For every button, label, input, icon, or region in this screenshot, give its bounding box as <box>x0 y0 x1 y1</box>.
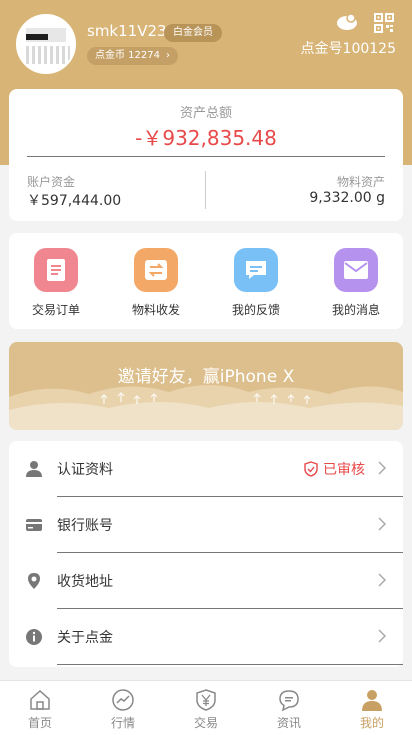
settings-menu: 认证资料 已审核 银行账号 收货地址 关于点金 <box>9 441 403 667</box>
tab-label: 交易 <box>193 716 218 730</box>
quick-action-label: 物料收发 <box>131 303 180 317</box>
tab-label: 行情 <box>110 716 135 730</box>
menu-item-verification[interactable]: 认证资料 已审核 <box>9 441 403 497</box>
menu-item-about[interactable]: 关于点金 <box>9 609 403 665</box>
quick-action-orders[interactable]: 交易订单 <box>16 248 96 318</box>
info-icon <box>26 629 42 645</box>
chevron-right-icon: › <box>166 50 170 61</box>
asset-total-value: -￥932,835.48 <box>135 126 277 150</box>
asset-summary-card: 资产总额 -￥932,835.48 账户资金 ￥597,444.00 物料资产 … <box>9 89 403 221</box>
chevron-right-icon <box>378 517 387 531</box>
divider <box>57 664 403 665</box>
bottom-tab-bar: 首页 行情 交易 资讯 我的 <box>0 680 412 735</box>
account-funds-label: 账户资金 <box>27 175 76 189</box>
coin-balance-badge[interactable]: 点金币 12274 › <box>87 47 178 65</box>
card-icon <box>26 519 42 531</box>
verification-status: 已审核 <box>304 459 365 479</box>
chat-icon <box>279 690 299 712</box>
quick-action-label: 交易订单 <box>31 303 80 317</box>
account-number: 点金号100125 <box>300 41 396 57</box>
qr-code-icon[interactable] <box>374 13 394 33</box>
chevron-right-icon <box>378 461 387 475</box>
divider <box>27 156 385 157</box>
menu-item-label: 关于点金 <box>57 630 113 646</box>
profile-icon <box>362 690 382 711</box>
quick-action-feedback[interactable]: 我的反馈 <box>216 248 296 318</box>
account-funds-value: ￥597,444.00 <box>27 193 122 209</box>
material-assets-label: 物料资产 <box>336 175 385 189</box>
mail-icon <box>334 248 378 292</box>
feedback-icon <box>234 248 278 292</box>
tab-label: 资讯 <box>276 716 301 730</box>
tab-home[interactable]: 首页 <box>0 688 80 731</box>
quick-action-label: 我的反馈 <box>231 303 280 317</box>
tab-label: 首页 <box>27 716 52 730</box>
menu-item-shipping-address[interactable]: 收货地址 <box>9 553 403 609</box>
verification-status-text: 已审核 <box>323 462 365 478</box>
quick-action-material[interactable]: 物料收发 <box>116 248 196 318</box>
tab-profile[interactable]: 我的 <box>332 688 412 731</box>
banner-text: 邀请好友，赢iPhone X <box>117 367 295 387</box>
chevron-right-icon <box>378 573 387 587</box>
transfer-icon <box>134 248 178 292</box>
member-level-badge: 白金会员 <box>164 24 222 42</box>
quick-action-label: 我的消息 <box>331 303 380 317</box>
quick-actions-card: 交易订单 物料收发 我的反馈 我的消息 <box>9 233 403 329</box>
username: smk11V23 <box>87 22 167 40</box>
menu-item-label: 收货地址 <box>57 574 113 590</box>
yen-shield-icon <box>196 689 216 711</box>
user-icon <box>26 461 42 477</box>
home-icon <box>30 689 50 710</box>
document-icon <box>34 248 78 292</box>
tab-trade[interactable]: 交易 <box>166 688 246 731</box>
coin-balance-label: 点金币 12274 <box>95 50 160 61</box>
shield-check-icon <box>304 461 318 477</box>
chart-icon <box>112 689 134 711</box>
tab-market[interactable]: 行情 <box>83 688 163 731</box>
menu-item-label: 银行账号 <box>57 518 113 534</box>
chevron-right-icon <box>378 629 387 643</box>
message-icon[interactable] <box>336 13 358 31</box>
location-icon <box>28 573 40 589</box>
asset-total-label: 资产总额 <box>179 106 232 121</box>
tab-news[interactable]: 资讯 <box>249 688 329 731</box>
tab-label: 我的 <box>359 716 384 730</box>
invite-banner[interactable]: 邀请好友，赢iPhone X <box>9 342 403 430</box>
material-assets-value: 9,332.00 g <box>309 190 385 206</box>
avatar[interactable] <box>16 14 76 74</box>
menu-item-label: 认证资料 <box>57 462 113 478</box>
divider <box>205 171 206 209</box>
menu-item-bank-account[interactable]: 银行账号 <box>9 497 403 553</box>
quick-action-messages[interactable]: 我的消息 <box>316 248 396 318</box>
